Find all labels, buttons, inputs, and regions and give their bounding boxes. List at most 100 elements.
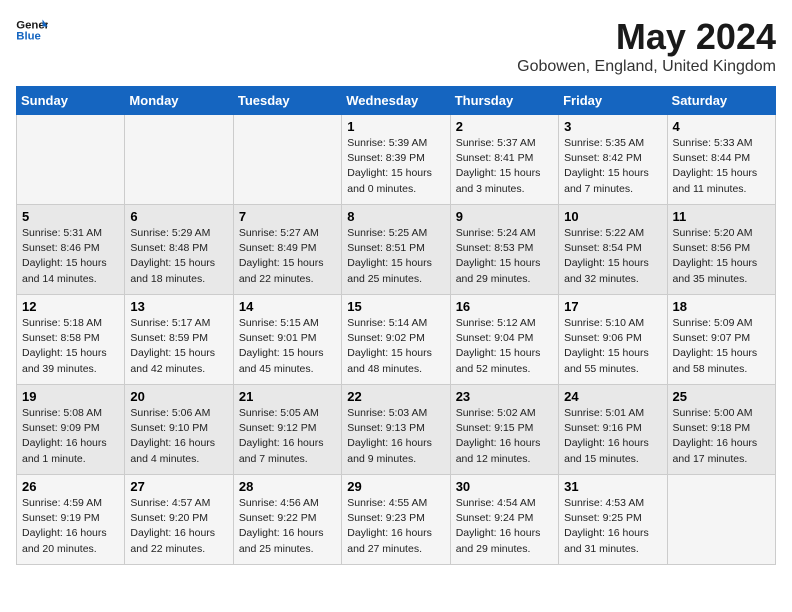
calendar-cell: 31 Sunrise: 4:53 AMSunset: 9:25 PMDayligh… <box>559 475 667 565</box>
day-info: Sunrise: 5:37 AMSunset: 8:41 PMDaylight:… <box>456 136 553 197</box>
day-number: 24 <box>564 389 661 404</box>
day-info: Sunrise: 5:31 AMSunset: 8:46 PMDaylight:… <box>22 226 119 287</box>
calendar-week-1: 1 Sunrise: 5:39 AMSunset: 8:39 PMDaylight… <box>17 115 776 205</box>
day-info: Sunrise: 5:24 AMSunset: 8:53 PMDaylight:… <box>456 226 553 287</box>
day-number: 18 <box>673 299 770 314</box>
title-area: May 2024 Gobowen, England, United Kingdo… <box>517 16 776 76</box>
day-info: Sunrise: 4:57 AMSunset: 9:20 PMDaylight:… <box>130 496 227 557</box>
calendar-cell: 8 Sunrise: 5:25 AMSunset: 8:51 PMDaylight… <box>342 205 450 295</box>
day-info: Sunrise: 5:22 AMSunset: 8:54 PMDaylight:… <box>564 226 661 287</box>
day-info: Sunrise: 5:25 AMSunset: 8:51 PMDaylight:… <box>347 226 444 287</box>
day-info: Sunrise: 5:02 AMSunset: 9:15 PMDaylight:… <box>456 406 553 467</box>
day-number: 8 <box>347 209 444 224</box>
day-number: 1 <box>347 119 444 134</box>
calendar-cell: 14 Sunrise: 5:15 AMSunset: 9:01 PMDayligh… <box>233 295 341 385</box>
day-number: 13 <box>130 299 227 314</box>
day-info: Sunrise: 5:10 AMSunset: 9:06 PMDaylight:… <box>564 316 661 377</box>
calendar-cell: 7Sunrise: 5:27 AMSunset: 8:49 PMDaylight… <box>233 205 341 295</box>
day-number: 19 <box>22 389 119 404</box>
day-number: 10 <box>564 209 661 224</box>
calendar-cell: 29 Sunrise: 4:55 AMSunset: 9:23 PMDayligh… <box>342 475 450 565</box>
calendar-cell: 3Sunrise: 5:35 AMSunset: 8:42 PMDaylight… <box>559 115 667 205</box>
weekday-header-sunday: Sunday <box>17 87 125 115</box>
day-info: Sunrise: 5:14 AMSunset: 9:02 PMDaylight:… <box>347 316 444 377</box>
day-info: Sunrise: 5:27 AMSunset: 8:49 PMDaylight:… <box>239 226 336 287</box>
weekday-header-row: SundayMondayTuesdayWednesdayThursdayFrid… <box>17 87 776 115</box>
calendar-cell: 20 Sunrise: 5:06 AMSunset: 9:10 PMDayligh… <box>125 385 233 475</box>
day-info: Sunrise: 5:05 AMSunset: 9:12 PMDaylight:… <box>239 406 336 467</box>
day-number: 28 <box>239 479 336 494</box>
calendar-cell: 10 Sunrise: 5:22 AMSunset: 8:54 PMDayligh… <box>559 205 667 295</box>
day-number: 16 <box>456 299 553 314</box>
calendar-cell: 24 Sunrise: 5:01 AMSunset: 9:16 PMDayligh… <box>559 385 667 475</box>
day-number: 12 <box>22 299 119 314</box>
day-info: Sunrise: 4:54 AMSunset: 9:24 PMDaylight:… <box>456 496 553 557</box>
calendar-week-3: 12 Sunrise: 5:18 AMSunset: 8:58 PMDayligh… <box>17 295 776 385</box>
day-number: 29 <box>347 479 444 494</box>
weekday-header-friday: Friday <box>559 87 667 115</box>
weekday-header-tuesday: Tuesday <box>233 87 341 115</box>
calendar-table: SundayMondayTuesdayWednesdayThursdayFrid… <box>16 86 776 565</box>
calendar-cell: 26 Sunrise: 4:59 AMSunset: 9:19 PMDayligh… <box>17 475 125 565</box>
day-number: 31 <box>564 479 661 494</box>
calendar-cell: 19Sunrise: 5:08 AMSunset: 9:09 PMDayligh… <box>17 385 125 475</box>
day-info: Sunrise: 5:20 AMSunset: 8:56 PMDaylight:… <box>673 226 770 287</box>
day-info: Sunrise: 5:18 AMSunset: 8:58 PMDaylight:… <box>22 316 119 377</box>
calendar-cell: 4 Sunrise: 5:33 AMSunset: 8:44 PMDaylight… <box>667 115 775 205</box>
weekday-header-thursday: Thursday <box>450 87 558 115</box>
day-info: Sunrise: 5:33 AMSunset: 8:44 PMDaylight:… <box>673 136 770 197</box>
calendar-week-5: 26 Sunrise: 4:59 AMSunset: 9:19 PMDayligh… <box>17 475 776 565</box>
day-number: 23 <box>456 389 553 404</box>
day-info: Sunrise: 4:53 AMSunset: 9:25 PMDaylight:… <box>564 496 661 557</box>
calendar-cell: 25 Sunrise: 5:00 AMSunset: 9:18 PMDayligh… <box>667 385 775 475</box>
day-info: Sunrise: 5:15 AMSunset: 9:01 PMDaylight:… <box>239 316 336 377</box>
day-number: 20 <box>130 389 227 404</box>
day-number: 15 <box>347 299 444 314</box>
calendar-cell: 17Sunrise: 5:10 AMSunset: 9:06 PMDayligh… <box>559 295 667 385</box>
day-number: 11 <box>673 209 770 224</box>
logo-icon: General Blue <box>16 16 48 44</box>
day-number: 9 <box>456 209 553 224</box>
month-title: May 2024 <box>517 16 776 58</box>
day-number: 4 <box>673 119 770 134</box>
day-info: Sunrise: 5:01 AMSunset: 9:16 PMDaylight:… <box>564 406 661 467</box>
weekday-header-saturday: Saturday <box>667 87 775 115</box>
calendar-cell: 13 Sunrise: 5:17 AMSunset: 8:59 PMDayligh… <box>125 295 233 385</box>
day-info: Sunrise: 5:00 AMSunset: 9:18 PMDaylight:… <box>673 406 770 467</box>
calendar-cell: 27 Sunrise: 4:57 AMSunset: 9:20 PMDayligh… <box>125 475 233 565</box>
calendar-cell: 15 Sunrise: 5:14 AMSunset: 9:02 PMDayligh… <box>342 295 450 385</box>
day-info: Sunrise: 5:39 AMSunset: 8:39 PMDaylight:… <box>347 136 444 197</box>
calendar-cell: 21Sunrise: 5:05 AMSunset: 9:12 PMDayligh… <box>233 385 341 475</box>
day-info: Sunrise: 5:03 AMSunset: 9:13 PMDaylight:… <box>347 406 444 467</box>
calendar-cell: 23 Sunrise: 5:02 AMSunset: 9:15 PMDayligh… <box>450 385 558 475</box>
day-info: Sunrise: 4:59 AMSunset: 9:19 PMDaylight:… <box>22 496 119 557</box>
day-info: Sunrise: 5:09 AMSunset: 9:07 PMDaylight:… <box>673 316 770 377</box>
svg-text:Blue: Blue <box>16 31 41 43</box>
day-info: Sunrise: 5:17 AMSunset: 8:59 PMDaylight:… <box>130 316 227 377</box>
day-number: 25 <box>673 389 770 404</box>
calendar-week-4: 19Sunrise: 5:08 AMSunset: 9:09 PMDayligh… <box>17 385 776 475</box>
weekday-header-monday: Monday <box>125 87 233 115</box>
logo: General Blue <box>16 16 48 44</box>
day-number: 14 <box>239 299 336 314</box>
calendar-cell <box>667 475 775 565</box>
calendar-week-2: 5Sunrise: 5:31 AMSunset: 8:46 PMDaylight… <box>17 205 776 295</box>
calendar-cell: 18 Sunrise: 5:09 AMSunset: 9:07 PMDayligh… <box>667 295 775 385</box>
day-number: 26 <box>22 479 119 494</box>
calendar-cell <box>125 115 233 205</box>
calendar-cell: 5Sunrise: 5:31 AMSunset: 8:46 PMDaylight… <box>17 205 125 295</box>
day-info: Sunrise: 5:06 AMSunset: 9:10 PMDaylight:… <box>130 406 227 467</box>
day-info: Sunrise: 5:29 AMSunset: 8:48 PMDaylight:… <box>130 226 227 287</box>
day-number: 3 <box>564 119 661 134</box>
calendar-cell: 22Sunrise: 5:03 AMSunset: 9:13 PMDayligh… <box>342 385 450 475</box>
calendar-cell <box>17 115 125 205</box>
calendar-cell: 9 Sunrise: 5:24 AMSunset: 8:53 PMDaylight… <box>450 205 558 295</box>
day-info: Sunrise: 4:55 AMSunset: 9:23 PMDaylight:… <box>347 496 444 557</box>
calendar-cell: 30Sunrise: 4:54 AMSunset: 9:24 PMDayligh… <box>450 475 558 565</box>
day-info: Sunrise: 4:56 AMSunset: 9:22 PMDaylight:… <box>239 496 336 557</box>
calendar-cell: 2Sunrise: 5:37 AMSunset: 8:41 PMDaylight… <box>450 115 558 205</box>
calendar-cell: 6Sunrise: 5:29 AMSunset: 8:48 PMDaylight… <box>125 205 233 295</box>
day-number: 27 <box>130 479 227 494</box>
calendar-cell <box>233 115 341 205</box>
calendar-cell: 16Sunrise: 5:12 AMSunset: 9:04 PMDayligh… <box>450 295 558 385</box>
